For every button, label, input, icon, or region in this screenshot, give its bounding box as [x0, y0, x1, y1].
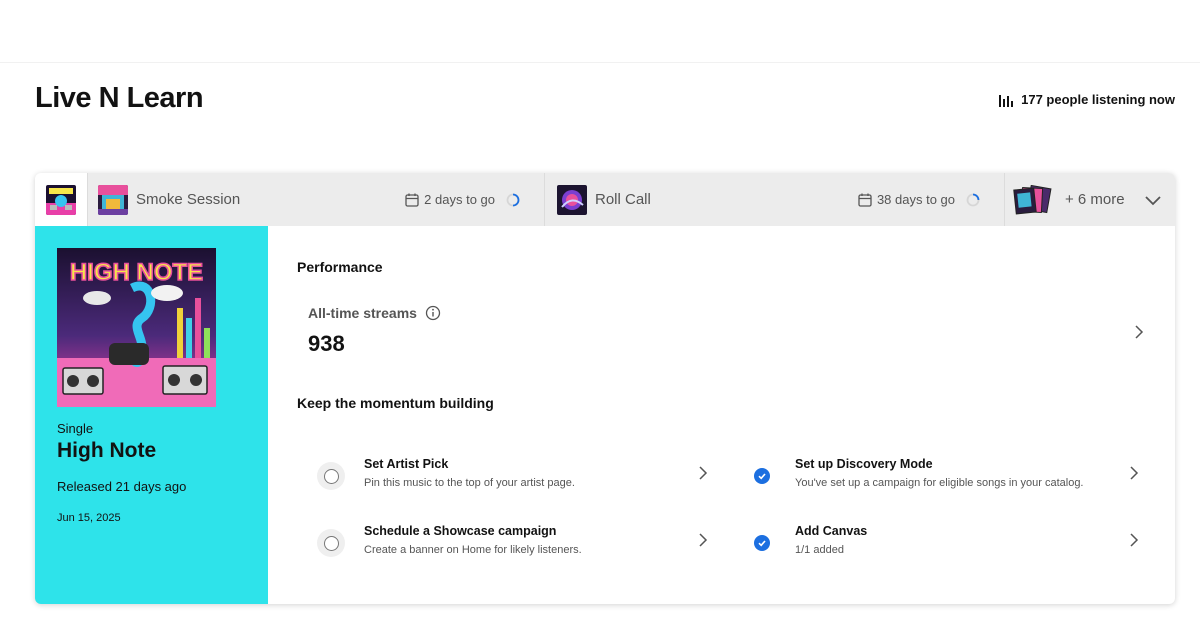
unchecked-circle-icon [317, 529, 345, 557]
performance-heading: Performance [297, 259, 383, 275]
check-circle-icon [748, 462, 776, 490]
release-sidebar: HIGH NOTE Single High Note Released 21 d… [35, 226, 268, 604]
streams-label-group: All-time streams [308, 305, 441, 321]
tab-smoke-session[interactable]: Smoke Session 2 days to go [88, 173, 545, 226]
task-title: Schedule a Showcase campaign [364, 524, 557, 538]
streams-label: All-time streams [308, 305, 417, 321]
roll-call-thumbnail [557, 184, 587, 215]
calendar-icon [858, 193, 872, 207]
bars-chart-icon [999, 94, 1014, 107]
countdown: 38 days to go [858, 192, 980, 207]
momentum-heading: Keep the momentum building [297, 395, 494, 411]
listeners-count: 177 people listening now [998, 92, 1175, 107]
tab-more-releases[interactable]: + 6 more [1005, 173, 1175, 226]
task-title: Set up Discovery Mode [795, 457, 933, 471]
tab-high-note[interactable] [35, 173, 88, 226]
check-circle-icon [748, 529, 776, 557]
task-title: Set Artist Pick [364, 457, 449, 471]
task-add-canvas[interactable]: Add Canvas 1/1 added [740, 520, 1140, 570]
release-age: Released 21 days ago [57, 479, 187, 494]
task-discovery-mode[interactable]: Set up Discovery Mode You've set up a ca… [740, 453, 1140, 503]
top-bar [0, 0, 1200, 63]
release-date: Jun 15, 2025 [57, 512, 121, 524]
smoke-session-thumbnail [98, 184, 128, 215]
task-set-artist-pick[interactable]: Set Artist Pick Pin this music to the to… [309, 453, 709, 503]
streams-value: 938 [308, 331, 345, 356]
release-type: Single [57, 421, 94, 436]
cover-art-title: HIGH NOTE [70, 259, 203, 286]
info-icon[interactable] [425, 305, 441, 321]
task-description: You've set up a campaign for eligible so… [795, 477, 1084, 489]
unchecked-circle-icon [317, 462, 345, 490]
chevron-right-icon [1135, 325, 1144, 339]
all-time-streams-row[interactable]: All-time streams 938 [297, 294, 1147, 374]
countdown-text: 2 days to go [424, 192, 495, 207]
high-note-thumbnail [46, 184, 76, 215]
calendar-icon [405, 193, 419, 207]
task-showcase-campaign[interactable]: Schedule a Showcase campaign Create a ba… [309, 520, 709, 570]
stacked-covers-icon [1013, 184, 1053, 215]
countdown: 2 days to go [405, 192, 520, 207]
progress-ring-icon [966, 193, 980, 206]
tab-title: Smoke Session [136, 191, 241, 208]
task-description: 1/1 added [795, 544, 844, 556]
tab-roll-call[interactable]: Roll Call 38 days to go [545, 173, 1005, 226]
task-description: Create a banner on Home for likely liste… [364, 544, 582, 556]
listeners-text: 177 people listening now [1021, 92, 1175, 107]
release-card: Smoke Session 2 days to go Roll Call 38 … [35, 173, 1175, 604]
more-releases-label: + 6 more [1065, 191, 1125, 208]
task-description: Pin this music to the top of your artist… [364, 477, 575, 489]
tab-title: Roll Call [595, 191, 651, 208]
release-main-panel: Performance All-time streams 938 Keep th… [268, 226, 1175, 604]
progress-ring-icon [506, 193, 520, 206]
chevron-right-icon [699, 466, 708, 480]
release-title: High Note [57, 439, 157, 462]
countdown-text: 38 days to go [876, 192, 955, 207]
album-cover: HIGH NOTE [57, 248, 216, 407]
release-tabs: Smoke Session 2 days to go Roll Call 38 … [35, 173, 1175, 226]
chevron-down-icon[interactable] [1143, 190, 1163, 210]
chevron-right-icon [1130, 533, 1139, 547]
chevron-right-icon [699, 533, 708, 547]
task-title: Add Canvas [795, 524, 868, 538]
chevron-right-icon [1130, 466, 1139, 480]
artist-name: Live N Learn [35, 82, 204, 114]
